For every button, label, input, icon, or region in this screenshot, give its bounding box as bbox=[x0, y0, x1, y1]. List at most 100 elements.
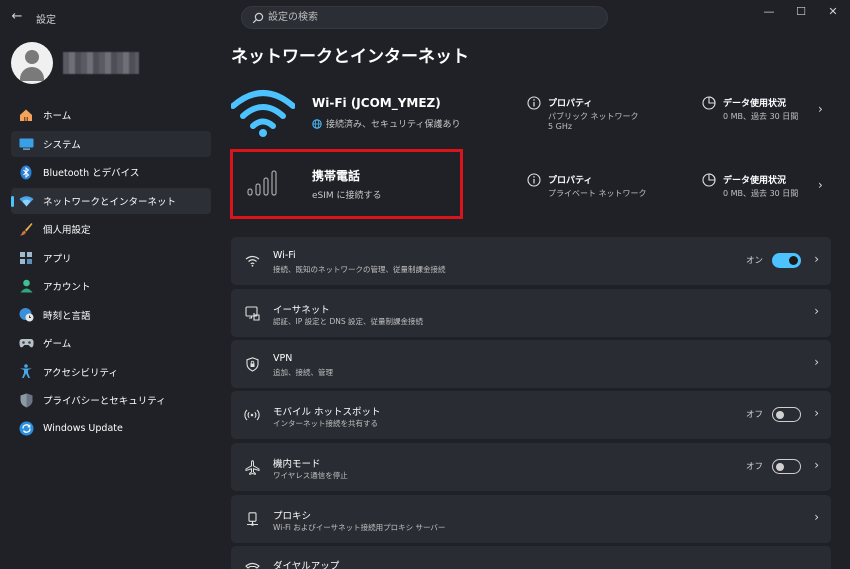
properties-title: プロパティ bbox=[548, 176, 593, 186]
minimize-button[interactable]: — bbox=[754, 4, 784, 20]
update-icon bbox=[18, 421, 34, 437]
proxy-icon bbox=[243, 510, 261, 528]
airplane-mode-settings-card[interactable]: 機内モード ワイヤレス通信を停止 オフ › bbox=[231, 443, 831, 491]
sidebar-item-time-language[interactable]: 時刻と言語 bbox=[11, 302, 211, 328]
shield-icon bbox=[18, 392, 34, 408]
sidebar-item-label: アクセシビリティ bbox=[43, 367, 118, 379]
search-input[interactable] bbox=[268, 10, 588, 25]
wifi-connection-summary: Wi-Fi (JCOM_YMEZ) 接続済み、セキュリティ保護あり プロパティ … bbox=[231, 86, 831, 154]
chevron-right-icon: › bbox=[814, 458, 819, 472]
back-button[interactable]: ← bbox=[8, 9, 26, 25]
search-box[interactable] bbox=[241, 6, 608, 29]
toggle-state-label: オフ bbox=[745, 462, 763, 472]
network-profile-type: プライベート ネットワーク bbox=[548, 189, 647, 198]
airplane-mode-toggle[interactable] bbox=[772, 459, 801, 474]
network-icon bbox=[18, 193, 34, 209]
sidebar-item-apps[interactable]: アプリ bbox=[11, 245, 211, 271]
sidebar-item-label: Bluetooth とデバイス bbox=[43, 168, 140, 179]
sidebar-item-gaming[interactable]: ゲーム bbox=[11, 330, 211, 356]
info-icon bbox=[527, 96, 541, 110]
card-title: モバイル ホットスポット bbox=[273, 407, 381, 418]
sidebar-item-personalization[interactable]: 個人用設定 bbox=[11, 216, 211, 242]
chevron-right-icon: › bbox=[814, 304, 819, 318]
ethernet-settings-card[interactable]: イーサネット 認証、IP 設定と DNS 設定、従量制課金接続 › bbox=[231, 289, 831, 337]
sidebar-item-home[interactable]: ホーム bbox=[11, 102, 211, 128]
wifi-settings-card[interactable]: Wi-Fi 接続、既知のネットワークの管理、従量制課金接続 オン › bbox=[231, 237, 831, 285]
user-profile[interactable] bbox=[11, 42, 211, 84]
toggle-knob bbox=[789, 256, 798, 265]
vpn-settings-card[interactable]: VPN 追加、接続、管理 › bbox=[231, 340, 831, 388]
username-redacted bbox=[63, 52, 139, 74]
globe-clock-icon bbox=[18, 307, 34, 323]
sidebar-item-label: ゲーム bbox=[43, 339, 72, 350]
network-band: 5 GHz bbox=[548, 122, 573, 131]
sidebar-item-network[interactable]: ネットワークとインターネット bbox=[11, 187, 211, 214]
sidebar-item-label: アカウント bbox=[43, 282, 91, 293]
title-bar: ← 設定 — ☐ ✕ bbox=[0, 0, 850, 34]
avatar bbox=[11, 42, 53, 84]
card-subtitle: ワイヤレス通信を停止 bbox=[273, 471, 348, 480]
card-title: プロキシ bbox=[273, 511, 312, 522]
avatar-head-icon bbox=[25, 50, 39, 64]
close-button[interactable]: ✕ bbox=[818, 4, 848, 20]
ethernet-icon bbox=[243, 304, 261, 322]
wifi-data-usage-button[interactable]: データ使用状況 0 MB、過去 30 日間 bbox=[702, 96, 822, 136]
sidebar-item-accounts[interactable]: アカウント bbox=[11, 273, 211, 299]
card-title: イーサネット bbox=[273, 305, 330, 316]
chevron-right-icon[interactable]: › bbox=[818, 102, 823, 116]
chevron-right-icon: › bbox=[814, 510, 819, 524]
mobile-hotspot-settings-card[interactable]: モバイル ホットスポット インターネット接続を共有する オフ › bbox=[231, 391, 831, 439]
active-indicator bbox=[11, 195, 14, 207]
sidebar-item-system[interactable]: システム bbox=[11, 130, 211, 157]
maximize-button[interactable]: ☐ bbox=[786, 4, 816, 20]
home-icon bbox=[18, 107, 34, 123]
wifi-toggle[interactable] bbox=[772, 253, 801, 268]
sidebar-item-accessibility[interactable]: アクセシビリティ bbox=[11, 359, 211, 385]
info-icon bbox=[527, 173, 541, 187]
wifi-large-icon bbox=[231, 90, 295, 137]
sidebar-item-bluetooth[interactable]: Bluetooth とデバイス bbox=[11, 159, 211, 185]
data-usage-amount: 0 MB、過去 30 日間 bbox=[723, 112, 799, 121]
mobile-hotspot-toggle[interactable] bbox=[772, 407, 801, 422]
proxy-settings-card[interactable]: プロキシ Wi-Fi およびイーサネット接続用プロキシ サーバー › bbox=[231, 495, 831, 543]
toggle-knob bbox=[776, 463, 784, 471]
card-title: 機内モード bbox=[273, 459, 321, 470]
search-icon bbox=[252, 12, 264, 24]
highlight-annotation-box bbox=[230, 149, 463, 219]
sidebar-item-label: 個人用設定 bbox=[43, 225, 91, 236]
card-subtitle: Wi-Fi およびイーサネット接続用プロキシ サーバー bbox=[273, 523, 446, 532]
cellular-properties-button[interactable]: プロパティ プライベート ネットワーク bbox=[527, 173, 677, 203]
sidebar-item-label: ホーム bbox=[43, 111, 72, 122]
dialup-settings-card[interactable]: ダイヤルアップ bbox=[231, 546, 831, 569]
apps-icon bbox=[18, 250, 34, 266]
account-icon bbox=[18, 278, 34, 294]
chevron-right-icon[interactable]: › bbox=[818, 178, 823, 192]
card-title: VPN bbox=[273, 353, 293, 364]
sidebar-item-privacy[interactable]: プライバシーとセキュリティ bbox=[11, 387, 211, 413]
wifi-properties-button[interactable]: プロパティ パブリック ネットワーク 5 GHz bbox=[527, 96, 677, 136]
sidebar-item-label: Windows Update bbox=[43, 423, 123, 434]
sidebar-item-label: プライバシーとセキュリティ bbox=[43, 396, 166, 407]
sidebar-item-label: システム bbox=[43, 139, 81, 151]
data-usage-pie-icon bbox=[702, 173, 716, 187]
dialup-icon bbox=[243, 558, 261, 569]
system-icon bbox=[18, 136, 34, 152]
avatar-body-icon bbox=[20, 67, 44, 81]
cellular-data-usage-button[interactable]: データ使用状況 0 MB、過去 30 日間 bbox=[702, 173, 822, 203]
card-subtitle: 認証、IP 設定と DNS 設定、従量制課金接続 bbox=[273, 317, 424, 326]
toggle-knob bbox=[776, 411, 784, 419]
card-title: ダイヤルアップ bbox=[273, 561, 340, 569]
back-arrow-icon: ← bbox=[11, 9, 23, 24]
properties-title: プロパティ bbox=[548, 99, 593, 109]
chevron-right-icon: › bbox=[814, 355, 819, 369]
globe-status-icon bbox=[312, 118, 322, 129]
wifi-icon bbox=[243, 252, 261, 270]
bluetooth-icon bbox=[18, 164, 34, 180]
gamepad-icon bbox=[18, 335, 34, 351]
toggle-state-label: オン bbox=[745, 256, 763, 266]
accessibility-icon bbox=[18, 364, 34, 380]
sidebar-item-windows-update[interactable]: Windows Update bbox=[11, 416, 211, 442]
data-usage-pie-icon bbox=[702, 96, 716, 110]
app-title: 設定 bbox=[36, 15, 56, 26]
hotspot-icon bbox=[243, 406, 261, 424]
